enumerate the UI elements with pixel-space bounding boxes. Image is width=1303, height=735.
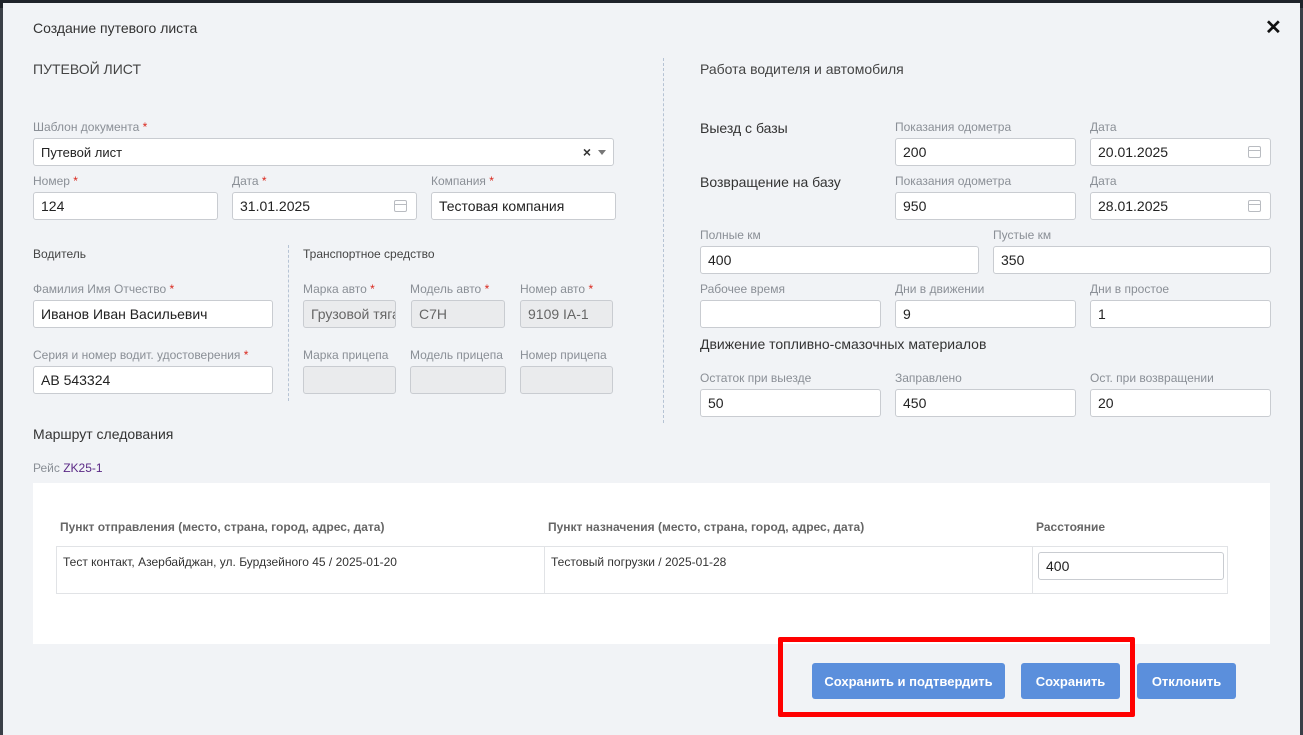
company-label: Компания * xyxy=(431,174,494,188)
trip-label: Рейс ZK25-1 xyxy=(33,461,103,475)
chevron-down-icon[interactable] xyxy=(598,150,606,155)
company-input[interactable]: Тестовая компания xyxy=(431,192,616,220)
close-icon[interactable]: ✕ xyxy=(1265,15,1282,40)
driver-fio-label: Фамилия Имя Отчество * xyxy=(33,282,175,296)
return-date-label: Дата xyxy=(1090,174,1117,188)
fuel-return-label: Ост. при возвращении xyxy=(1090,371,1214,385)
divider-dashed-main xyxy=(663,58,664,423)
driver-title: Водитель xyxy=(33,247,87,261)
fuel-return-input[interactable]: 20 xyxy=(1090,389,1271,417)
empty-km-label: Пустые км xyxy=(993,228,1052,242)
trailer-number-label: Номер прицепа xyxy=(520,348,607,362)
cell-to: Тестовый погрузки / 2025-01-28 xyxy=(544,546,1033,594)
waybill-modal: Создание путевого листа ✕ ПУТЕВОЙ ЛИСТ Ш… xyxy=(3,3,1300,735)
vehicle-title: Транспортное средство xyxy=(303,247,435,261)
route-table-panel: Пункт отправления (место, страна, город,… xyxy=(33,483,1270,644)
trailer-brand-label: Марка прицепа xyxy=(303,348,389,362)
calendar-icon[interactable] xyxy=(1248,200,1261,212)
cell-from: Тест контакт, Азербайджан, ул. Бурдзейно… xyxy=(56,546,545,594)
license-label: Серия и номер водит. удостоверения * xyxy=(33,348,249,362)
divider-dashed xyxy=(288,245,289,401)
trailer-model-input[interactable] xyxy=(410,366,506,394)
section-title-work: Работа водителя и автомобиля xyxy=(700,61,904,77)
calendar-icon[interactable] xyxy=(394,200,407,212)
header-distance: Расстояние xyxy=(1036,520,1106,534)
calendar-icon[interactable] xyxy=(1248,146,1261,158)
fuel-title: Движение топливно-смазочных материалов xyxy=(700,336,987,352)
distance-input[interactable]: 400 xyxy=(1038,552,1224,580)
trailer-number-input[interactable] xyxy=(520,366,613,394)
clear-icon[interactable]: × xyxy=(583,144,591,160)
work-time-label: Рабочее время xyxy=(700,282,785,296)
vehicle-brand-label: Марка авто * xyxy=(303,282,375,296)
return-odometer-label: Показания одометра xyxy=(895,174,1012,188)
empty-km-input[interactable]: 350 xyxy=(993,246,1271,274)
vehicle-model-input[interactable]: C7H xyxy=(411,300,505,328)
section-title-waybill: ПУТЕВОЙ ЛИСТ xyxy=(33,61,142,77)
route-title: Маршрут следования xyxy=(33,426,174,442)
license-input[interactable]: AB 543324 xyxy=(33,366,273,394)
number-label: Номер * xyxy=(33,174,78,188)
header-to: Пункт назначения (место, страна, город, … xyxy=(548,520,865,534)
trailer-brand-input[interactable] xyxy=(303,366,396,394)
days-idle-label: Дни в простое xyxy=(1090,282,1170,296)
template-select[interactable]: Путевой лист × xyxy=(33,138,614,166)
highlight-box xyxy=(778,637,1135,717)
days-moving-input[interactable]: 9 xyxy=(895,300,1076,328)
reject-button[interactable]: Отклонить xyxy=(1137,663,1236,699)
departure-date-input[interactable]: 20.01.2025 xyxy=(1090,138,1271,166)
vehicle-number-input[interactable]: 9109 IA-1 xyxy=(520,300,613,328)
return-odometer-input[interactable]: 950 xyxy=(895,192,1076,220)
days-moving-label: Дни в движении xyxy=(895,282,985,296)
trailer-model-label: Модель прицепа xyxy=(410,348,503,362)
date-input[interactable]: 31.01.2025 xyxy=(232,192,417,220)
departure-odometer-label: Показания одометра xyxy=(895,120,1012,134)
modal-title: Создание путевого листа xyxy=(33,20,198,36)
fuel-remain-input[interactable]: 50 xyxy=(700,389,881,417)
work-time-input[interactable] xyxy=(700,300,881,328)
departure-odometer-input[interactable]: 200 xyxy=(895,138,1076,166)
template-label: Шаблон документа * xyxy=(33,120,148,134)
full-km-input[interactable]: 400 xyxy=(700,246,979,274)
trip-link[interactable]: ZK25-1 xyxy=(63,461,102,475)
days-idle-input[interactable]: 1 xyxy=(1090,300,1271,328)
fuel-filled-label: Заправлено xyxy=(895,371,962,385)
date-label: Дата * xyxy=(232,174,267,188)
departure-title: Выезд с базы xyxy=(700,120,788,136)
vehicle-brand-input[interactable]: Грузовой тягач xyxy=(303,300,396,328)
full-km-label: Полные км xyxy=(700,228,761,242)
header-from: Пункт отправления (место, страна, город,… xyxy=(60,520,385,534)
departure-date-label: Дата xyxy=(1090,120,1117,134)
vehicle-model-label: Модель авто * xyxy=(410,282,490,296)
fuel-remain-label: Остаток при выезде xyxy=(700,371,812,385)
vehicle-number-label: Номер авто * xyxy=(520,282,594,296)
fuel-filled-input[interactable]: 450 xyxy=(895,389,1076,417)
driver-fio-input[interactable]: Иванов Иван Васильевич xyxy=(33,300,273,328)
return-date-input[interactable]: 28.01.2025 xyxy=(1090,192,1271,220)
number-input[interactable]: 124 xyxy=(33,192,218,220)
return-title: Возвращение на базу xyxy=(700,174,841,190)
